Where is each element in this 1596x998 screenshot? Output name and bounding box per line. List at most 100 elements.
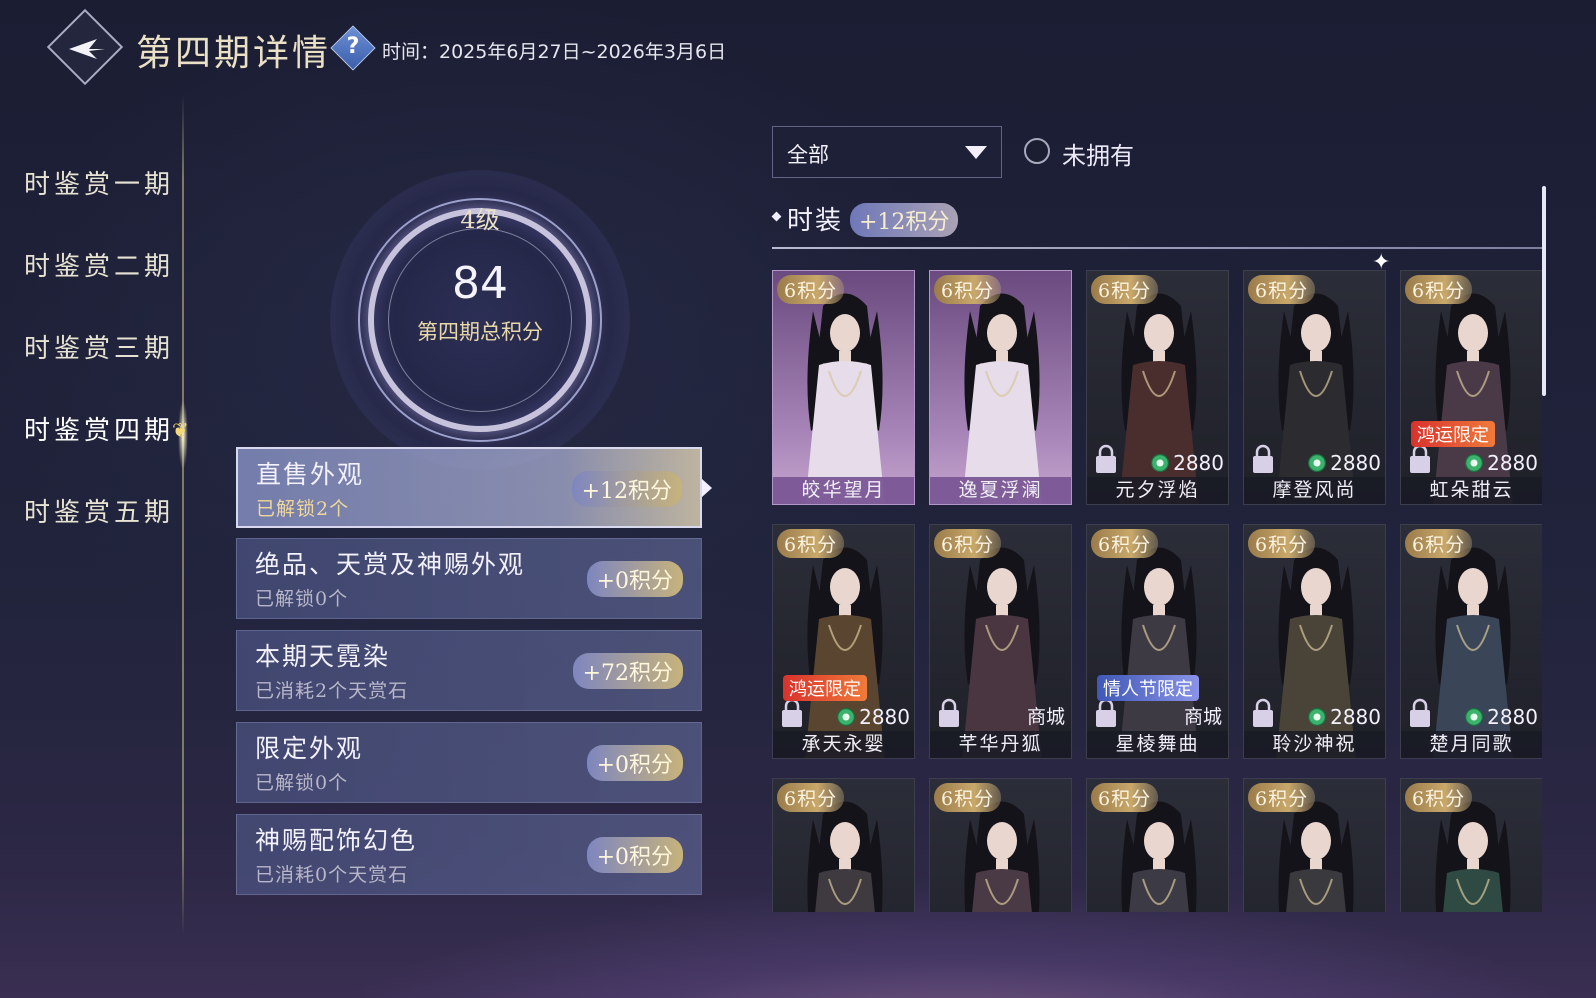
lock-icon (1096, 444, 1116, 473)
outfit-card[interactable]: 6积分 (1400, 778, 1542, 912)
card-price: 2880 (1151, 451, 1224, 475)
character-figure-icon (805, 293, 885, 504)
category-direct-sale[interactable]: 直售外观 已解锁2个 +12积分 (236, 447, 712, 528)
outfit-grid: 6积分 皎华望月 6积分 逸夏浮澜 6积分 2880 元夕浮焰 6积分 2880 摩登风尚 6积分鸿… (772, 270, 1542, 912)
outfit-card[interactable]: 6积分 (1243, 778, 1386, 912)
nav-item-period-5[interactable]: 时鉴赏五期 (24, 492, 174, 529)
outfit-card[interactable]: 6积分 (772, 778, 915, 912)
active-marker-icon: ❦ (172, 418, 189, 442)
price-value: 2880 (1173, 451, 1224, 475)
filter-value: 全部 (787, 143, 829, 167)
jade-currency-icon (1308, 708, 1327, 726)
category-title: 神赐配饰幻色 (255, 826, 418, 855)
selected-arrow-icon (702, 479, 712, 497)
limited-tag: 鸿运限定 (1411, 421, 1495, 447)
section-divider (772, 247, 1542, 249)
card-points: 6积分 (1091, 275, 1159, 304)
section-title: 时装 (787, 206, 844, 236)
card-name: 芊华丹狐 (930, 731, 1071, 758)
nav-item-period-4[interactable]: 时鉴赏四期 (24, 410, 174, 447)
outfit-card[interactable]: 6积分 2880 聆沙神祝 (1243, 524, 1386, 759)
score-ring: 4级 84 第四期总积分 (330, 170, 630, 470)
category-points: +72积分 (572, 653, 683, 689)
card-name: 聆沙神祝 (1244, 731, 1385, 758)
card-name: 摩登风尚 (1244, 477, 1385, 504)
outfit-card[interactable]: 6积分 (1086, 778, 1229, 912)
card-price: 2880 (837, 705, 910, 729)
category-accessory-color[interactable]: 神赐配饰幻色 已消耗0个天赏石 +0积分 (236, 814, 702, 895)
back-arrow-icon (58, 20, 116, 78)
card-points: 6积分 (1091, 783, 1159, 812)
card-price: 2880 (1308, 451, 1381, 475)
card-price: 2880 (1465, 451, 1538, 475)
level-label: 4级 (460, 206, 500, 234)
category-limited[interactable]: 限定外观 已解锁0个 +0积分 (236, 722, 702, 803)
outfit-card[interactable]: 6积分 2880 元夕浮焰 (1086, 270, 1229, 505)
filter-dropdown[interactable]: 全部 (772, 126, 1002, 178)
outfit-card[interactable]: 6积分皎华望月 (772, 270, 915, 505)
card-name: 逸夏浮澜 (930, 477, 1071, 504)
limited-tag: 鸿运限定 (783, 675, 867, 701)
lock-icon (782, 698, 802, 727)
limited-tag: 情人节限定 (1097, 675, 1199, 701)
category-subtitle: 已解锁0个 (255, 772, 349, 794)
card-points: 6积分 (1248, 783, 1316, 812)
scrollbar[interactable] (1542, 186, 1546, 396)
category-dye[interactable]: 本期天霓染 已消耗2个天赏石 +72积分 (236, 630, 702, 711)
category-title: 本期天霓染 (255, 642, 391, 671)
help-icon[interactable]: ? (337, 31, 369, 63)
lock-icon (1410, 444, 1430, 473)
category-points: +0积分 (586, 561, 683, 597)
category-subtitle: 已消耗0个天赏石 (255, 864, 409, 886)
card-points: 6积分 (934, 275, 1002, 304)
card-points: 6积分 (777, 783, 845, 812)
outfit-card[interactable]: 6积分 (929, 778, 1072, 912)
card-points: 6积分 (1248, 529, 1316, 558)
total-score: 84 (452, 258, 508, 309)
period-time: 时间：2025年6月27日~2026年3月6日 (382, 41, 727, 63)
section-points: +12积分 (850, 203, 959, 237)
nav-item-period-2[interactable]: 时鉴赏二期 (24, 246, 174, 283)
card-name: 皎华望月 (773, 477, 914, 504)
total-score-label: 第四期总积分 (417, 320, 543, 344)
nav-item-period-3[interactable]: 时鉴赏三期 (24, 328, 174, 365)
category-title: 绝品、天赏及神赐外观 (255, 550, 526, 579)
card-price: 2880 (1465, 705, 1538, 729)
card-points: 6积分 (1091, 529, 1159, 558)
nav-item-period-1[interactable]: 时鉴赏一期 (24, 164, 174, 201)
jade-currency-icon (1308, 454, 1327, 472)
unowned-label[interactable]: 未拥有 (1062, 136, 1134, 171)
card-points: 6积分 (1248, 275, 1316, 304)
category-subtitle: 已解锁0个 (255, 588, 349, 610)
jade-currency-icon (1151, 454, 1170, 472)
category-title: 直售外观 (256, 460, 365, 489)
card-points: 6积分 (1405, 275, 1473, 304)
outfit-card[interactable]: 6积分逸夏浮澜 (929, 270, 1072, 505)
nav-divider (182, 95, 184, 935)
category-points: +12积分 (571, 471, 682, 507)
unowned-radio[interactable] (1024, 138, 1050, 164)
card-points: 6积分 (1405, 529, 1473, 558)
outfit-card[interactable]: 6积分 鸿运限定 2880 承天永婴 (772, 524, 915, 759)
jade-currency-icon (1465, 454, 1484, 472)
chevron-down-icon (965, 146, 987, 159)
page-title: 第四期详情 (136, 33, 332, 74)
price-value: 2880 (1330, 451, 1381, 475)
category-subtitle: 已消耗2个天赏石 (255, 680, 409, 702)
card-name: 楚月同歌 (1401, 731, 1542, 758)
card-points: 6积分 (777, 275, 845, 304)
lock-icon (1253, 698, 1273, 727)
outfit-card[interactable]: 6积分 2880 摩登风尚 (1243, 270, 1386, 505)
category-premium[interactable]: 绝品、天赏及神赐外观 已解锁0个 +0积分 (236, 538, 702, 619)
outfit-card[interactable]: 6积分 鸿运限定 2880 虹朵甜云 (1400, 270, 1542, 505)
category-title: 限定外观 (255, 734, 364, 763)
outfit-card[interactable]: 6积分 商城 芊华丹狐 (929, 524, 1072, 759)
outfit-card[interactable]: 6积分 2880 楚月同歌 (1400, 524, 1542, 759)
outfit-card[interactable]: 6积分 情人节限定 商城 星棱舞曲 (1086, 524, 1229, 759)
character-figure-icon (962, 293, 1042, 504)
shop-label: 商城 (1183, 706, 1222, 728)
price-value: 2880 (1487, 451, 1538, 475)
card-points: 6积分 (777, 529, 845, 558)
lock-icon (1096, 698, 1116, 727)
card-price: 2880 (1308, 705, 1381, 729)
